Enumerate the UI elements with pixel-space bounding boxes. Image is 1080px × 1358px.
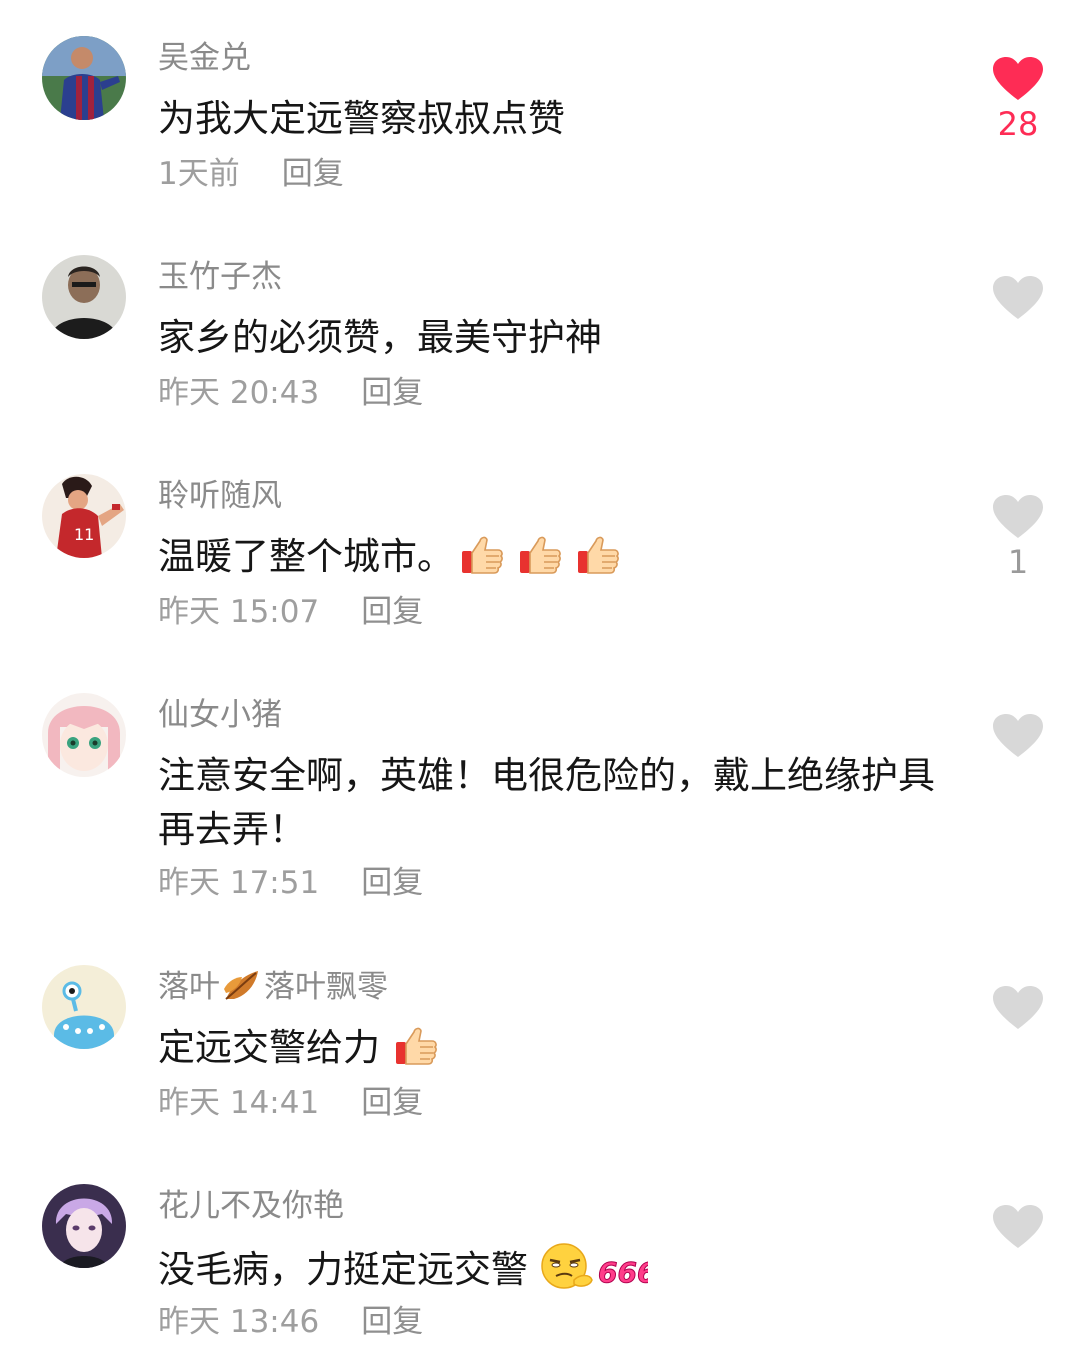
comment-username[interactable]: 仙女小猪: [158, 695, 282, 735]
reply-button[interactable]: 回复: [361, 375, 423, 411]
666-emoji: 666: [598, 1256, 649, 1290]
comment-text: 定远交警给力: [158, 1021, 958, 1075]
soccer-player-avatar[interactable]: [42, 36, 126, 120]
comment-meta: 昨天 17:51 回复: [158, 863, 423, 903]
heart-icon[interactable]: [992, 1204, 1044, 1250]
comment-username[interactable]: 落叶 落叶飘零: [158, 967, 388, 1007]
person-photo-avatar[interactable]: [42, 255, 126, 339]
comment-time: 昨天 13:46: [158, 1304, 320, 1340]
like-button[interactable]: [990, 1204, 1046, 1250]
comment-text: 注意安全啊，英雄！电很危险的，戴上绝缘护具再去弄！: [158, 754, 935, 851]
like-count: 1: [1007, 543, 1029, 581]
username-part: 落叶飘零: [264, 969, 388, 1005]
thumbs-up-emoji: [460, 533, 504, 577]
like-button[interactable]: [990, 713, 1046, 759]
heart-icon[interactable]: [992, 275, 1044, 321]
anime-girl-avatar[interactable]: [42, 693, 126, 777]
reply-button[interactable]: 回复: [361, 594, 423, 630]
comment-username[interactable]: 吴金兑: [158, 38, 251, 78]
basketball-anime-avatar[interactable]: 11: [42, 474, 126, 558]
comment-meta: 1天前 回复: [158, 154, 344, 194]
666-emoji-text: 666: [598, 1256, 648, 1289]
reply-button[interactable]: 回复: [361, 1085, 423, 1121]
comment-text: 温暖了整个城市。: [158, 530, 958, 584]
comment-meta: 昨天 15:07 回复: [158, 592, 423, 632]
reply-button[interactable]: 回复: [282, 156, 344, 192]
comment-username[interactable]: 聆听随风: [158, 476, 282, 516]
like-count: 28: [997, 105, 1039, 143]
like-button[interactable]: 28: [990, 56, 1046, 144]
comment-time: 昨天 17:51: [158, 865, 320, 901]
comment-text: 为我大定远警察叔叔点赞: [158, 97, 565, 140]
comment-meta: 昨天 13:46 回复: [158, 1302, 423, 1342]
reply-button[interactable]: 回复: [361, 1304, 423, 1340]
comment-time: 昨天 14:41: [158, 1085, 320, 1121]
anime-boy-avatar[interactable]: [42, 1184, 126, 1268]
comment-time: 昨天 15:07: [158, 594, 320, 630]
comment-text-content: 温暖了整个城市。: [158, 535, 454, 578]
heart-icon[interactable]: [992, 985, 1044, 1031]
blue-alien-avatar[interactable]: [42, 965, 126, 1049]
comment-time: 1天前: [158, 156, 240, 192]
thumbs-up-emoji: [576, 533, 620, 577]
reply-button[interactable]: 回复: [361, 865, 423, 901]
comment-text-content: 定远交警给力: [158, 1026, 380, 1069]
comment-text: 家乡的必须赞，最美守护神: [158, 316, 602, 359]
heart-icon[interactable]: [992, 56, 1044, 102]
thumbs-up-emoji: [518, 533, 562, 577]
comment-meta: 昨天 20:43 回复: [158, 373, 423, 413]
like-button[interactable]: [990, 985, 1046, 1031]
like-button[interactable]: 1: [990, 494, 1046, 582]
username-part: 落叶: [158, 969, 220, 1005]
thumbs-up-emoji: [394, 1024, 438, 1068]
comment-time: 昨天 20:43: [158, 375, 320, 411]
like-button[interactable]: [990, 275, 1046, 321]
comment-list-screen: { "colors": { "liked_heart": "#fe2c55", …: [0, 0, 1080, 1358]
autumn-leaf-icon: [224, 971, 258, 1000]
smug-face-emoji: [541, 1243, 593, 1289]
comment-meta: 昨天 14:41 回复: [158, 1083, 423, 1123]
svg-text:11: 11: [74, 525, 94, 544]
heart-icon[interactable]: [992, 494, 1044, 540]
comment-username[interactable]: 花儿不及你艳: [158, 1186, 344, 1226]
comment-username[interactable]: 玉竹子杰: [158, 257, 282, 297]
heart-icon[interactable]: [992, 713, 1044, 759]
comment-text: 没毛病，力挺定远交警 666: [158, 1240, 958, 1297]
comment-text-content: 没毛病，力挺定远交警: [158, 1248, 528, 1291]
